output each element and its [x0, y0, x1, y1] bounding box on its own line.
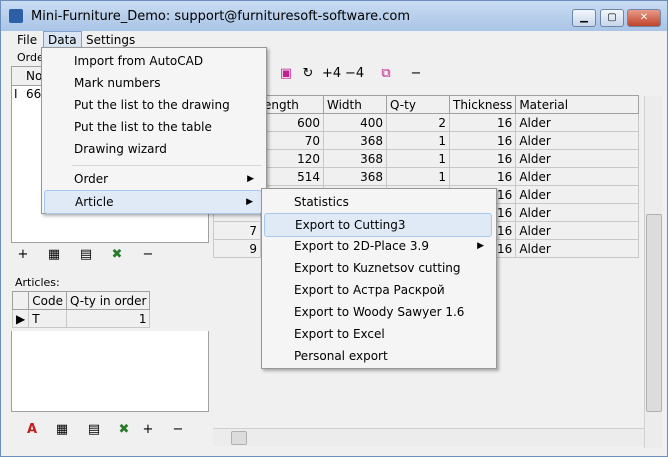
submenu-item-export-cutting3[interactable]: Export to Cutting3: [264, 213, 492, 237]
submenu-item-export-astra[interactable]: Export to Астра Раскрой: [264, 279, 492, 301]
submenu-item-export-2d-place-label: Export to 2D-Place 3.9: [294, 239, 429, 253]
table-row[interactable]: 120 368 1 16 Alder: [213, 149, 640, 168]
vertical-scrollbar[interactable]: [644, 96, 662, 448]
menu-item-article-label: Article: [75, 195, 114, 209]
col-length[interactable]: ength: [260, 95, 324, 114]
menu-settings[interactable]: Settings: [82, 32, 139, 48]
add-article-button[interactable]: +: [139, 421, 157, 439]
app-icon: [9, 9, 23, 23]
menu-file[interactable]: File: [13, 32, 41, 48]
remove-order-button[interactable]: −: [139, 246, 157, 264]
orders-label: Orde: [17, 51, 44, 64]
data-menu: Import from AutoCAD Mark numbers Put the…: [41, 47, 267, 214]
menu-item-import-autocad[interactable]: Import from AutoCAD: [44, 50, 262, 72]
submenu-item-statistics[interactable]: Statistics: [264, 191, 492, 213]
articles-col-code[interactable]: Code: [28, 291, 67, 310]
minimize-button[interactable]: ▁: [572, 9, 596, 27]
frame-icon[interactable]: ▣: [277, 65, 295, 83]
plus4-button[interactable]: +4: [322, 65, 341, 83]
menu-item-list-to-table[interactable]: Put the list to the table: [44, 116, 262, 138]
articles-table[interactable]: Code Q-ty in order ▶ T 1: [11, 291, 151, 328]
col-width[interactable]: Width: [323, 95, 387, 114]
article-qty[interactable]: 1: [65, 309, 151, 328]
excel-icon[interactable]: ✖: [108, 246, 126, 264]
table-row[interactable]: 514 368 1 16 Alder: [213, 167, 640, 186]
submenu-item-export-woody-sawyer[interactable]: Export to Woody Sawyer 1.6: [264, 301, 492, 323]
submenu-item-export-kuznetsov[interactable]: Export to Kuznetsov cutting: [264, 257, 492, 279]
article-submenu: Statistics Export to Cutting3 Export to …: [261, 188, 497, 369]
table-row[interactable]: 70 368 1 16 Alder: [213, 131, 640, 150]
article-code[interactable]: T: [28, 309, 67, 328]
table-row[interactable]: ▶ T 1: [11, 309, 151, 328]
table-row[interactable]: 600 400 2 16 Alder: [213, 113, 640, 132]
menu-item-order-label: Order: [74, 172, 109, 186]
col-material[interactable]: Material: [515, 95, 640, 114]
chevron-right-icon: ▶: [246, 197, 253, 207]
chevron-right-icon: ▶: [477, 241, 484, 251]
menu-item-mark-numbers[interactable]: Mark numbers: [44, 72, 262, 94]
vertical-scroll-thumb[interactable]: [646, 214, 662, 412]
orders-col-no[interactable]: No: [26, 69, 42, 83]
calculator-icon[interactable]: ▦: [53, 421, 71, 439]
col-thickness[interactable]: Thickness: [448, 95, 517, 114]
minus4-button[interactable]: −4: [345, 65, 364, 83]
submenu-item-personal-export[interactable]: Personal export: [264, 345, 492, 367]
horizontal-scroll-thumb[interactable]: [231, 431, 247, 445]
title-bar[interactable]: Mini-Furniture_Demo: support@furnitureso…: [1, 1, 667, 31]
articles-col-qty[interactable]: Q-ty in order: [65, 291, 151, 310]
remove-article-button[interactable]: −: [169, 421, 187, 439]
menu-item-article[interactable]: Article ▶: [44, 190, 262, 214]
menu-item-list-to-drawing[interactable]: Put the list to the drawing: [44, 94, 262, 116]
table-icon[interactable]: ▤: [77, 246, 95, 264]
row-indicator: ▶: [11, 309, 30, 328]
calculator-icon[interactable]: ▦: [45, 246, 63, 264]
articles-empty-area: [11, 331, 209, 412]
maximize-button[interactable]: ▢: [600, 9, 624, 27]
rotate-icon[interactable]: ↻: [299, 65, 317, 83]
minus-button[interactable]: −: [407, 65, 425, 83]
menu-item-order[interactable]: Order ▶: [44, 168, 262, 190]
order-row-value[interactable]: 66: [26, 87, 41, 101]
table-icon[interactable]: ▤: [85, 421, 103, 439]
excel-icon[interactable]: ✖: [115, 421, 133, 439]
font-icon[interactable]: A: [23, 421, 41, 439]
chevron-right-icon: ▶: [247, 174, 254, 184]
row-indicator: I: [14, 87, 18, 101]
menu-item-drawing-wizard[interactable]: Drawing wizard: [44, 138, 262, 160]
add-order-button[interactable]: +: [14, 246, 32, 264]
col-qty[interactable]: Q-ty: [386, 95, 450, 114]
window-title: Mini-Furniture_Demo: support@furnitureso…: [31, 9, 411, 24]
articles-label: Articles:: [15, 276, 60, 289]
close-button[interactable]: ✕: [627, 9, 661, 27]
submenu-item-export-2d-place[interactable]: Export to 2D-Place 3.9 ▶: [264, 235, 492, 257]
horizontal-scrollbar[interactable]: [213, 428, 644, 446]
menu-separator: [72, 165, 262, 166]
copy-frame-icon[interactable]: ⧉: [377, 65, 395, 83]
submenu-item-export-excel[interactable]: Export to Excel: [264, 323, 492, 345]
